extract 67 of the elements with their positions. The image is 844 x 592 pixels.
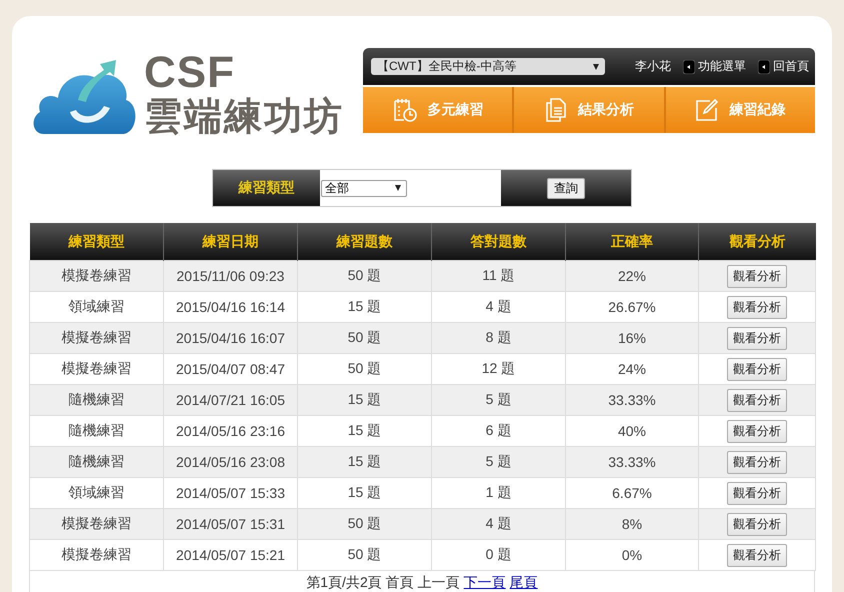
table-cell: 2014/05/07 15:21 [164,540,298,570]
table-cell: 15 題 [298,446,432,478]
filter-label: 練習類型 [213,170,320,206]
caret-icon [395,185,401,191]
query-button[interactable]: 查詢 [547,178,585,198]
logo-subtitle: 雲端練功坊 [144,95,344,139]
column-header: 觀看分析 [698,223,816,260]
table-cell: 2014/07/21 16:05 [164,384,298,416]
view-analysis-button[interactable]: 觀看分析 [727,482,787,504]
page-link[interactable]: 尾頁 [510,574,538,592]
view-analysis-button[interactable]: 觀看分析 [727,296,787,318]
table-cell: 模擬卷練習 [30,260,164,292]
caret-icon [593,64,599,70]
table-cell: 2015/11/06 09:23 [164,260,298,292]
column-header: 練習類型 [30,223,164,260]
column-header: 練習日期 [164,223,298,260]
exam-select[interactable]: 【CWT】全民中檢-中高等 [371,58,605,75]
view-analysis-button[interactable]: 觀看分析 [727,450,787,474]
column-header: 答對題數 [432,223,566,260]
page-link[interactable]: 下一頁 [464,574,506,592]
table-cell: 50 題 [298,508,432,540]
user-name: 李小花 [635,58,671,75]
view-analysis-button[interactable]: 觀看分析 [727,512,787,536]
view-analysis-button[interactable]: 觀看分析 [727,420,787,442]
table-cell: 2014/05/16 23:08 [164,446,298,478]
table-cell: 16% [566,322,698,354]
table-cell: 模擬卷練習 [30,540,164,570]
table-cell: 50 題 [298,260,432,292]
table-cell: 模擬卷練習 [30,508,164,540]
logo-title: CSF [144,51,236,95]
page-text: 上一頁 [418,574,460,592]
view-analysis-button[interactable]: 觀看分析 [727,326,787,350]
table-cell: 隨機練習 [30,446,164,478]
document-icon [544,97,568,123]
table-cell: 2015/04/16 16:07 [164,322,298,354]
view-analysis-button[interactable]: 觀看分析 [727,544,787,566]
view-analysis-button[interactable]: 觀看分析 [727,388,787,412]
table-cell: 0 題 [432,540,566,570]
table-cell: 模擬卷練習 [30,322,164,354]
column-header: 練習題數 [298,223,432,260]
view-analysis-button[interactable]: 觀看分析 [727,264,787,288]
page-text: 首頁 [386,574,414,592]
table-cell: 33.33% [566,384,698,416]
table-cell: 5 題 [432,384,566,416]
table-cell: 2014/05/07 15:31 [164,508,298,540]
table-cell: 隨機練習 [30,384,164,416]
arrow-icon [758,60,770,74]
table-cell: 33.33% [566,446,698,478]
table-cell: 5 題 [432,446,566,478]
calendar-clock-icon [392,97,418,123]
table-cell: 50 題 [298,322,432,354]
table-cell: 22% [566,260,698,292]
header-link[interactable]: 回首頁 [758,58,809,75]
column-header: 正確率 [566,223,698,260]
table-cell: 11 題 [432,260,566,292]
header-link[interactable]: 功能選單 [683,58,746,75]
table-cell: 8 題 [432,322,566,354]
table-cell: 0% [566,540,698,570]
view-analysis-button[interactable]: 觀看分析 [727,358,787,380]
table-cell: 4 題 [432,508,566,540]
edit-icon [695,98,720,122]
page-text: 第1頁/共2頁 [306,574,382,592]
table-cell: 15 題 [298,384,432,416]
arrow-icon [683,60,695,74]
type-select[interactable]: 全部 [321,180,407,196]
table-cell: 50 題 [298,540,432,570]
table-cell: 8% [566,508,698,540]
